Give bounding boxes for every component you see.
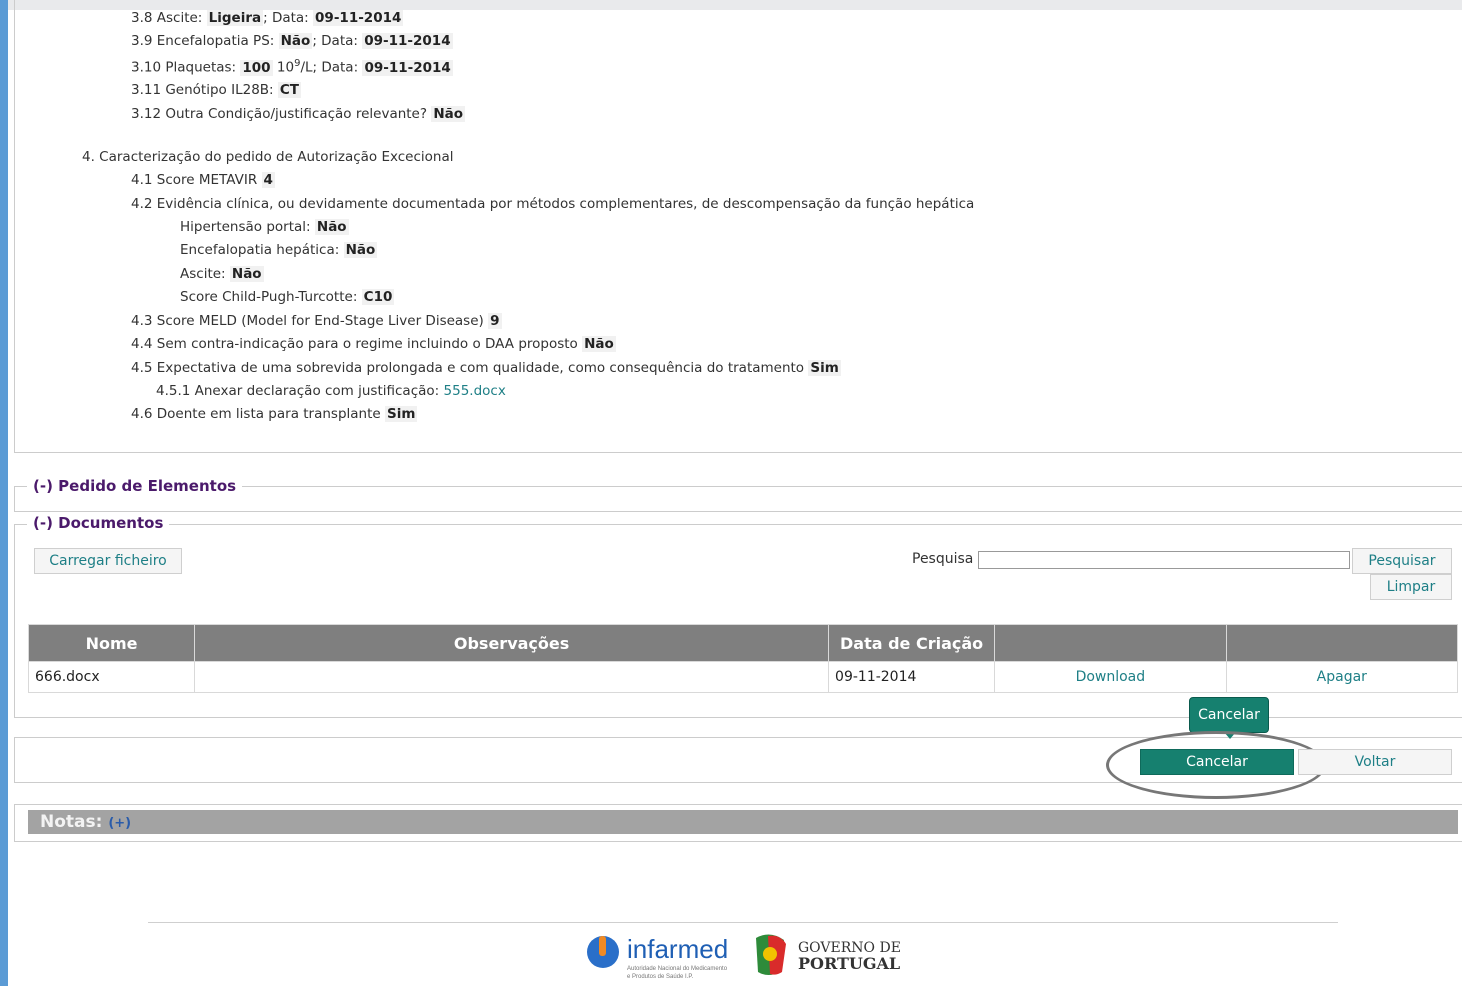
cell-observations bbox=[194, 661, 830, 693]
infarmed-brand: infarmed bbox=[627, 934, 729, 964]
footer-divider bbox=[148, 922, 1338, 923]
detail-encefalopatia: Encefalopatia hepática: Não bbox=[180, 242, 378, 258]
detail-3-11: 3.11 Genótipo IL28B: CT bbox=[131, 82, 302, 98]
detail-child-pugh: Score Child-Pugh-Turcotte: C10 bbox=[180, 289, 395, 305]
detail-4-4: 4.4 Sem contra-indicação para o regime i… bbox=[131, 336, 616, 352]
pedido-elementos-toggle[interactable]: (-) Pedido de Elementos bbox=[27, 477, 243, 495]
notes-label: Notas: (+) bbox=[40, 812, 132, 832]
infarmed-icon bbox=[587, 936, 619, 968]
section-4-heading: 4. Caracterização do pedido de Autorizaç… bbox=[82, 149, 454, 165]
detail-4-2: 4.2 Evidência clínica, ou devidamente do… bbox=[131, 196, 975, 212]
notes-bar: Notas: (+) bbox=[28, 810, 1458, 834]
detail-3-8: 3.8 Ascite: Ligeira; Data: 09-11-2014 bbox=[131, 10, 404, 26]
upload-file-button[interactable]: Carregar ficheiro bbox=[34, 548, 182, 574]
column-header bbox=[994, 624, 1227, 662]
detail-3-9: 3.9 Encefalopatia PS: Não; Data: 09-11-2… bbox=[131, 33, 453, 49]
search-label: Pesquisa bbox=[912, 551, 974, 567]
documentos-toggle[interactable]: (-) Documentos bbox=[27, 514, 170, 532]
left-accent-bar bbox=[0, 0, 8, 986]
governo-portugal-logo: GOVERNO DE PORTUGAL bbox=[750, 932, 920, 984]
portugal-emblem-icon bbox=[756, 934, 786, 975]
delete-link[interactable]: Apagar bbox=[1225, 661, 1459, 693]
download-link[interactable]: Download bbox=[994, 661, 1227, 693]
notes-toggle[interactable]: (+) bbox=[108, 816, 131, 831]
search-button[interactable]: Pesquisar bbox=[1352, 548, 1452, 574]
attachment-link[interactable]: 555.docx bbox=[444, 383, 506, 399]
back-button[interactable]: Voltar bbox=[1298, 749, 1452, 775]
column-header bbox=[1225, 624, 1459, 662]
table-header-row: Nome Observações Data de Criação bbox=[27, 624, 1459, 662]
cancel-tooltip: Cancelar bbox=[1189, 697, 1269, 739]
detail-3-12: 3.12 Outra Condição/justificação relevan… bbox=[131, 106, 466, 122]
cancel-button[interactable]: Cancelar bbox=[1140, 749, 1294, 775]
cell-name: 666.docx bbox=[27, 661, 196, 693]
detail-4-5-1: 4.5.1 Anexar declaração com justificação… bbox=[156, 383, 506, 399]
clear-button[interactable]: Limpar bbox=[1370, 574, 1452, 600]
detail-4-1: 4.1 Score METAVIR 4 bbox=[131, 172, 275, 188]
column-header: Observações bbox=[194, 624, 830, 662]
documents-table: Nome Observações Data de Criação 666.doc… bbox=[27, 624, 1459, 693]
table-row: 666.docx 09-11-2014 Download Apagar bbox=[27, 661, 1459, 693]
detail-4-3: 4.3 Score MELD (Model for End-Stage Live… bbox=[131, 313, 502, 329]
pedido-elementos-section: (-) Pedido de Elementos bbox=[14, 477, 1462, 512]
column-header: Data de Criação bbox=[828, 624, 996, 662]
infarmed-sub2: e Produtos de Saúde I.P. bbox=[627, 974, 694, 980]
detail-3-10: 3.10 Plaquetas: 100 109/L; Data: 09-11-2… bbox=[131, 58, 453, 76]
detail-4-5: 4.5 Expectativa de uma sobrevida prolong… bbox=[131, 360, 841, 376]
infarmed-logo: infarmed Autoridade Nacional do Medicame… bbox=[585, 934, 745, 984]
detail-ascite: Ascite: Não bbox=[180, 266, 264, 282]
portugal-label: PORTUGAL bbox=[798, 954, 901, 973]
detail-hipertensao: Hipertensão portal: Não bbox=[180, 219, 349, 235]
search-input[interactable] bbox=[978, 551, 1350, 569]
detail-4-6: 4.6 Doente em lista para transplante Sim bbox=[131, 406, 418, 422]
infarmed-sub1: Autoridade Nacional do Medicamento bbox=[627, 966, 728, 972]
column-header: Nome bbox=[27, 624, 196, 662]
cell-date: 09-11-2014 bbox=[828, 661, 996, 693]
